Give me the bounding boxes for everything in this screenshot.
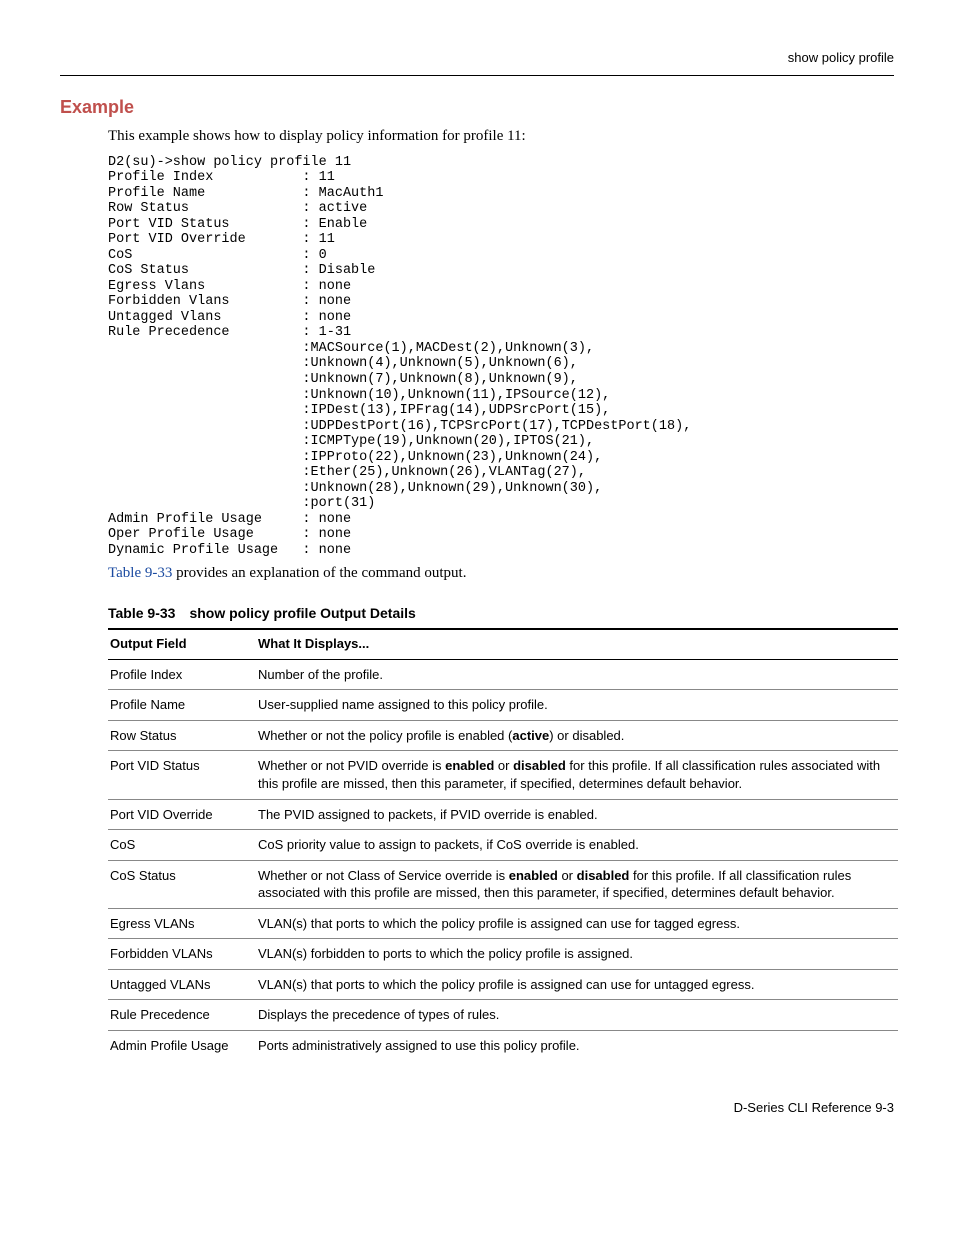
page-footer: D-Series CLI Reference 9-3	[60, 1100, 894, 1117]
table-header-desc: What It Displays...	[256, 629, 898, 659]
table-cell-desc: Ports administratively assigned to use t…	[256, 1030, 898, 1060]
table-row: Port VID OverrideThe PVID assigned to pa…	[108, 799, 898, 830]
table-row: Admin Profile UsagePorts administrativel…	[108, 1030, 898, 1060]
table-cell-field: CoS Status	[108, 860, 256, 908]
table-caption-number: Table 9-33	[108, 605, 175, 621]
table-cell-field: Admin Profile Usage	[108, 1030, 256, 1060]
output-details-table: Output Field What It Displays... Profile…	[108, 628, 898, 1061]
table-cell-field: CoS	[108, 830, 256, 861]
table-row: Forbidden VLANsVLAN(s) forbidden to port…	[108, 939, 898, 970]
table-caption-text: show policy profile Output Details	[189, 605, 415, 621]
table-row: Profile NameUser-supplied name assigned …	[108, 690, 898, 721]
table-cell-field: Row Status	[108, 720, 256, 751]
table-cell-desc: Whether or not Class of Service override…	[256, 860, 898, 908]
table-cell-desc: Displays the precedence of types of rule…	[256, 1000, 898, 1031]
table-cell-field: Rule Precedence	[108, 1000, 256, 1031]
example-output: D2(su)->show policy profile 11 Profile I…	[108, 155, 894, 558]
table-row: CoS StatusWhether or not Class of Servic…	[108, 860, 898, 908]
example-heading: Example	[60, 96, 894, 119]
table-row: CoSCoS priority value to assign to packe…	[108, 830, 898, 861]
example-intro: This example shows how to display policy…	[108, 127, 894, 147]
table-row: Row StatusWhether or not the policy prof…	[108, 720, 898, 751]
table-row: Port VID StatusWhether or not PVID overr…	[108, 751, 898, 799]
table-cell-desc: VLAN(s) forbidden to ports to which the …	[256, 939, 898, 970]
table-cell-desc: Number of the profile.	[256, 659, 898, 690]
table-cell-field: Port VID Status	[108, 751, 256, 799]
table-cell-desc: User-supplied name assigned to this poli…	[256, 690, 898, 721]
table-header-field: Output Field	[108, 629, 256, 659]
table-xref-link[interactable]: Table 9-33	[108, 565, 172, 581]
table-row: Egress VLANsVLAN(s) that ports to which …	[108, 908, 898, 939]
table-row: Rule PrecedenceDisplays the precedence o…	[108, 1000, 898, 1031]
example-outro-text: provides an explanation of the command o…	[172, 565, 466, 581]
table-cell-field: Profile Index	[108, 659, 256, 690]
header-rule	[60, 75, 894, 76]
table-cell-field: Profile Name	[108, 690, 256, 721]
table-cell-field: Port VID Override	[108, 799, 256, 830]
table-row: Profile IndexNumber of the profile.	[108, 659, 898, 690]
table-cell-field: Forbidden VLANs	[108, 939, 256, 970]
page-header-right: show policy profile	[60, 50, 894, 67]
table-cell-field: Egress VLANs	[108, 908, 256, 939]
table-cell-desc: The PVID assigned to packets, if PVID ov…	[256, 799, 898, 830]
table-header-row: Output Field What It Displays...	[108, 629, 898, 659]
table-cell-desc: Whether or not PVID override is enabled …	[256, 751, 898, 799]
table-cell-desc: VLAN(s) that ports to which the policy p…	[256, 969, 898, 1000]
table-cell-desc: VLAN(s) that ports to which the policy p…	[256, 908, 898, 939]
table-cell-field: Untagged VLANs	[108, 969, 256, 1000]
table-caption: Table 9-33 show policy profile Output Det…	[108, 604, 894, 622]
table-cell-desc: Whether or not the policy profile is ena…	[256, 720, 898, 751]
table-row: Untagged VLANsVLAN(s) that ports to whic…	[108, 969, 898, 1000]
example-outro: Table 9-33 provides an explanation of th…	[108, 564, 894, 584]
table-cell-desc: CoS priority value to assign to packets,…	[256, 830, 898, 861]
